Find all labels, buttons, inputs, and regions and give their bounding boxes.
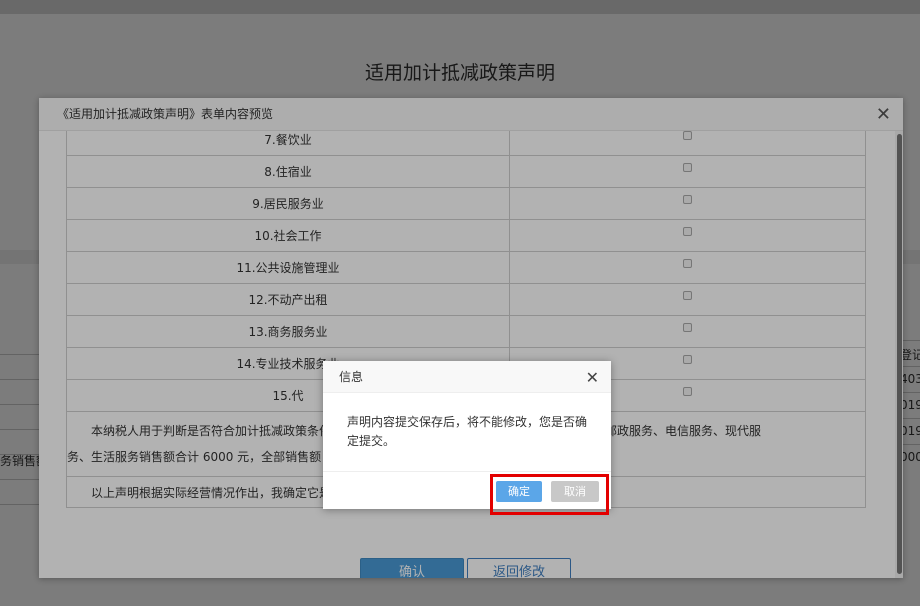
info-dialog-message: 声明内容提交保存后，将不能修改，您是否确定提交。 [347,415,588,448]
info-dialog-header: 信息 ✕ [323,361,611,393]
dialog-backdrop [0,0,920,606]
info-dialog-title: 信息 [339,370,364,384]
cancel-button[interactable]: 取消 [551,481,599,502]
divider [323,471,611,472]
ok-button[interactable]: 确定 [496,481,542,502]
close-icon[interactable]: ✕ [586,361,599,395]
